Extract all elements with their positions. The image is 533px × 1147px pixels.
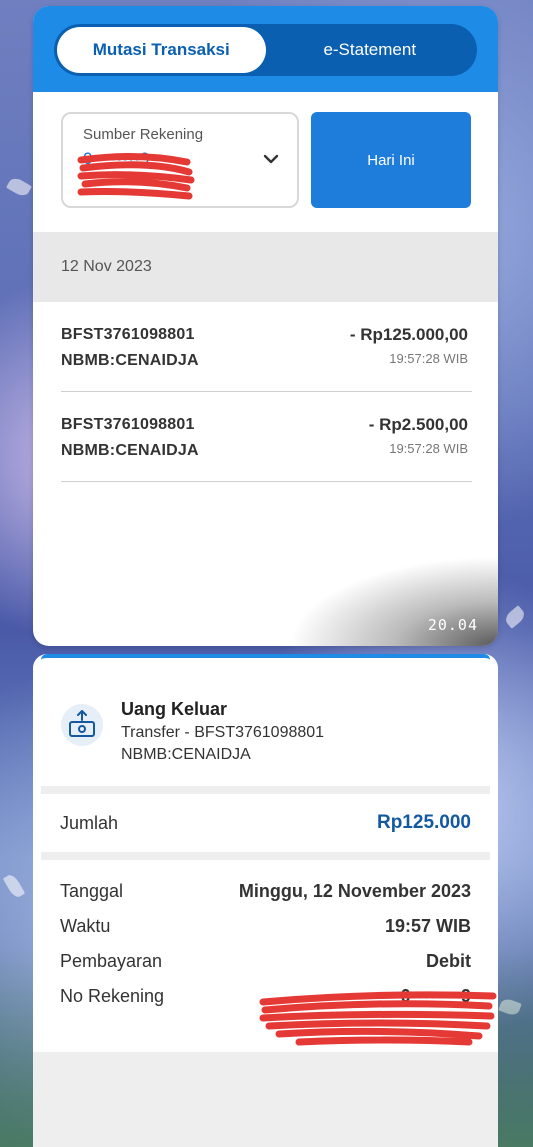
- detail-value: Minggu, 12 November 2023: [238, 881, 471, 901]
- transaction-list: BFST3761098801 NBMB:CENAIDJA - Rp125.000…: [33, 302, 498, 482]
- detail-value: 19:57 WIB: [384, 916, 471, 936]
- card-accent-line: [41, 654, 490, 664]
- transaction-row[interactable]: BFST3761098801 NBMB:CENAIDJA - Rp2.500,0…: [61, 392, 472, 482]
- transaction-time: 19:57:28 WIB: [389, 441, 468, 456]
- tab-switcher: Mutasi Transaksi e-Statement: [54, 24, 477, 76]
- transaction-desc: NBMB:CENAIDJA: [61, 352, 199, 369]
- transaction-row[interactable]: BFST3761098801 NBMB:CENAIDJA - Rp125.000…: [61, 302, 472, 392]
- amount-label: Jumlah: [60, 812, 119, 833]
- transaction-desc: NBMB:CENAIDJA: [61, 442, 199, 459]
- detail-label: No Rekening: [60, 986, 165, 1006]
- detail-row-waktu: Waktu 19:57 WIB: [60, 909, 471, 944]
- wallpaper-petal: [5, 175, 33, 199]
- account-label: Sumber Rekening: [83, 126, 204, 143]
- overlay-time: 20.04: [427, 616, 478, 634]
- wallpaper-petal: [2, 872, 26, 900]
- transfer-desc-line1: Transfer - BFST3761098801: [121, 724, 325, 741]
- money-out-icon: [61, 704, 103, 746]
- detail-label: Waktu: [60, 916, 111, 936]
- detail-value: Debit: [426, 951, 471, 971]
- amount-value: Rp125.000: [376, 812, 471, 833]
- transfer-title: Uang Keluar: [121, 699, 228, 719]
- transaction-ref: BFST3761098801: [61, 416, 195, 433]
- transfer-summary: Uang Keluar Transfer - BFST3761098801 NB…: [33, 664, 498, 786]
- transfer-desc-line2: NBMB:CENAIDJA: [121, 746, 251, 763]
- detail-label: Pembayaran: [60, 951, 163, 971]
- detail-row-tanggal: Tanggal Minggu, 12 November 2023: [60, 874, 471, 909]
- wallpaper-grass: [495, 947, 533, 1147]
- divider: [41, 786, 490, 794]
- amount-row: Jumlah Rp125.000: [33, 794, 498, 852]
- transaction-detail-card: Uang Keluar Transfer - BFST3761098801 NB…: [33, 654, 498, 1147]
- filter-row: Sumber Rekening 0••••••••9 Hari Ini: [33, 92, 498, 228]
- transaction-ref: BFST3761098801: [61, 326, 195, 343]
- tabs-bar: Mutasi Transaksi e-Statement: [33, 6, 498, 92]
- transaction-amount: - Rp2.500,00: [368, 415, 468, 434]
- detail-label: Tanggal: [60, 881, 124, 901]
- detail-row-pembayaran: Pembayaran Debit: [60, 944, 471, 979]
- transaction-amount: - Rp125.000,00: [349, 325, 468, 344]
- bottom-area: [33, 1052, 498, 1147]
- tab-mutasi-transaksi[interactable]: Mutasi Transaksi: [57, 27, 266, 73]
- transaction-time: 19:57:28 WIB: [389, 351, 468, 366]
- date-filter-button[interactable]: Hari Ini: [311, 112, 471, 208]
- date-header: 12 Nov 2023: [33, 232, 498, 302]
- redaction-scribble: [77, 152, 195, 200]
- wallpaper-petal: [502, 605, 528, 629]
- divider: [41, 852, 490, 860]
- transaction-history-card: Mutasi Transaksi e-Statement Sumber Reke…: [33, 6, 498, 646]
- redaction-scribble: [259, 991, 497, 1046]
- account-selector[interactable]: Sumber Rekening 0••••••••9: [61, 112, 299, 208]
- tab-e-statement[interactable]: e-Statement: [266, 27, 475, 73]
